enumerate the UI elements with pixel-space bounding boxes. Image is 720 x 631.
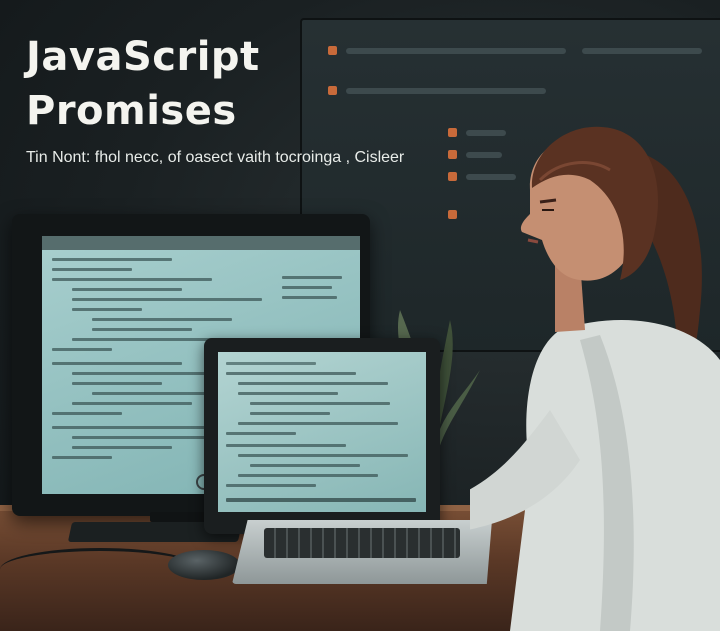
- developer-person: [470, 126, 720, 631]
- title-line-1: JavaScript: [26, 34, 260, 80]
- code-line: [52, 456, 112, 459]
- orange-marker-icon: [328, 86, 337, 95]
- laptop: [204, 338, 440, 534]
- code-line: [226, 432, 296, 435]
- orange-marker-icon: [448, 210, 457, 219]
- code-line: [52, 258, 172, 261]
- wall-text-line: [346, 88, 546, 94]
- orange-marker-icon: [328, 46, 337, 55]
- code-line: [92, 318, 232, 321]
- code-line: [238, 422, 398, 425]
- code-line: [52, 348, 112, 351]
- code-line: [238, 392, 338, 395]
- code-line: [238, 454, 408, 457]
- page-subtitle: Tin Nont: fhol necc, of oasect vaith toc…: [26, 149, 405, 166]
- code-line: [52, 268, 132, 271]
- code-line: [52, 412, 122, 415]
- page-title: JavaScript Promises: [26, 30, 260, 138]
- code-line: [250, 412, 330, 415]
- code-line: [226, 484, 316, 487]
- mouse-icon: [168, 550, 240, 580]
- code-line: [282, 286, 332, 289]
- code-line: [72, 308, 142, 311]
- orange-marker-icon: [448, 128, 457, 137]
- wall-text-line: [582, 48, 702, 54]
- code-line: [282, 276, 342, 279]
- wall-text-line: [346, 48, 566, 54]
- code-line: [52, 362, 182, 365]
- code-line: [226, 444, 346, 447]
- code-line: [52, 278, 212, 281]
- code-line: [238, 382, 388, 385]
- code-line: [72, 402, 192, 405]
- code-line: [72, 288, 182, 291]
- code-line: [72, 446, 172, 449]
- code-line: [72, 436, 212, 439]
- hero-scene: JavaScript Promises Tin Nont: fhol necc,…: [0, 0, 720, 631]
- laptop-screen: [218, 352, 426, 512]
- code-line: [72, 382, 162, 385]
- code-line: [226, 362, 316, 365]
- code-line: [92, 328, 192, 331]
- code-line: [250, 402, 390, 405]
- code-line: [226, 372, 356, 375]
- editor-toolbar: [42, 236, 360, 250]
- code-line: [238, 474, 378, 477]
- orange-marker-icon: [448, 150, 457, 159]
- code-line: [282, 296, 337, 299]
- code-line: [72, 298, 262, 301]
- code-line: [250, 464, 360, 467]
- title-line-2: Promises: [26, 88, 237, 134]
- taskbar: [226, 498, 416, 502]
- orange-marker-icon: [448, 172, 457, 181]
- laptop-keyboard: [264, 528, 460, 558]
